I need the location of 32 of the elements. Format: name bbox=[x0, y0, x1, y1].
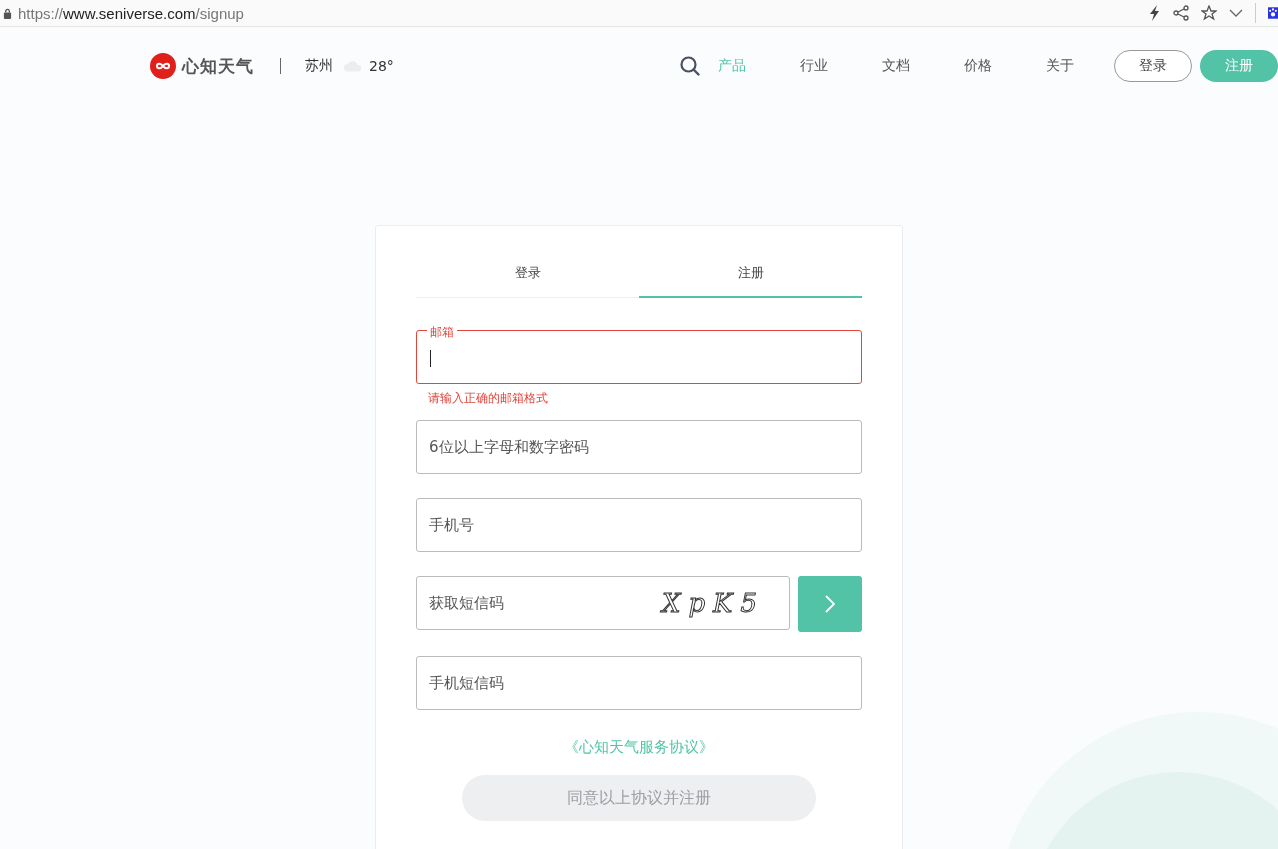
nav-link[interactable]: 文档 bbox=[882, 57, 910, 75]
temperature: 28° bbox=[369, 58, 394, 74]
field-placeholder: 6位以上字母和数字密码 bbox=[429, 437, 589, 457]
star-icon[interactable] bbox=[1201, 5, 1217, 21]
paw-icon[interactable] bbox=[1268, 5, 1278, 21]
nav-link[interactable]: 关于 bbox=[1046, 57, 1074, 75]
login-button[interactable]: 登录 bbox=[1114, 50, 1192, 82]
text-cursor bbox=[430, 350, 431, 367]
field-label: 邮箱 bbox=[427, 326, 457, 340]
error-message: 请输入正确的邮箱格式 bbox=[427, 390, 549, 406]
nav-link[interactable]: 行业 bbox=[800, 57, 828, 75]
field-placeholder: 获取短信码 bbox=[429, 593, 504, 613]
field-placeholder: 手机短信码 bbox=[429, 673, 504, 693]
url-text[interactable]: https://www.seniverse.com/signup bbox=[18, 4, 244, 22]
input-field[interactable]: 手机短信码 bbox=[416, 656, 862, 710]
share-icon[interactable] bbox=[1173, 5, 1189, 21]
lightning-icon[interactable] bbox=[1149, 5, 1161, 21]
lock-icon bbox=[3, 7, 12, 19]
brand-name[interactable]: 心知天气 bbox=[182, 54, 254, 78]
input-field[interactable]: 手机号 bbox=[416, 498, 862, 552]
input-field[interactable]: 6位以上字母和数字密码 bbox=[416, 420, 862, 474]
captcha-image[interactable]: XpK5 bbox=[661, 588, 765, 618]
chevron-down-icon[interactable] bbox=[1229, 9, 1243, 17]
chevron-right-icon bbox=[825, 595, 835, 613]
search-icon[interactable] bbox=[680, 56, 700, 76]
logo-icon[interactable] bbox=[150, 53, 176, 79]
form-tab[interactable]: 注册 bbox=[639, 254, 862, 298]
input-field[interactable]: 获取短信码 XpK5 bbox=[416, 576, 790, 630]
city-name: 苏州 bbox=[305, 57, 333, 75]
nav-link[interactable]: 价格 bbox=[964, 57, 992, 75]
form-tab[interactable]: 登录 bbox=[416, 254, 639, 298]
field-placeholder: 手机号 bbox=[429, 515, 474, 535]
